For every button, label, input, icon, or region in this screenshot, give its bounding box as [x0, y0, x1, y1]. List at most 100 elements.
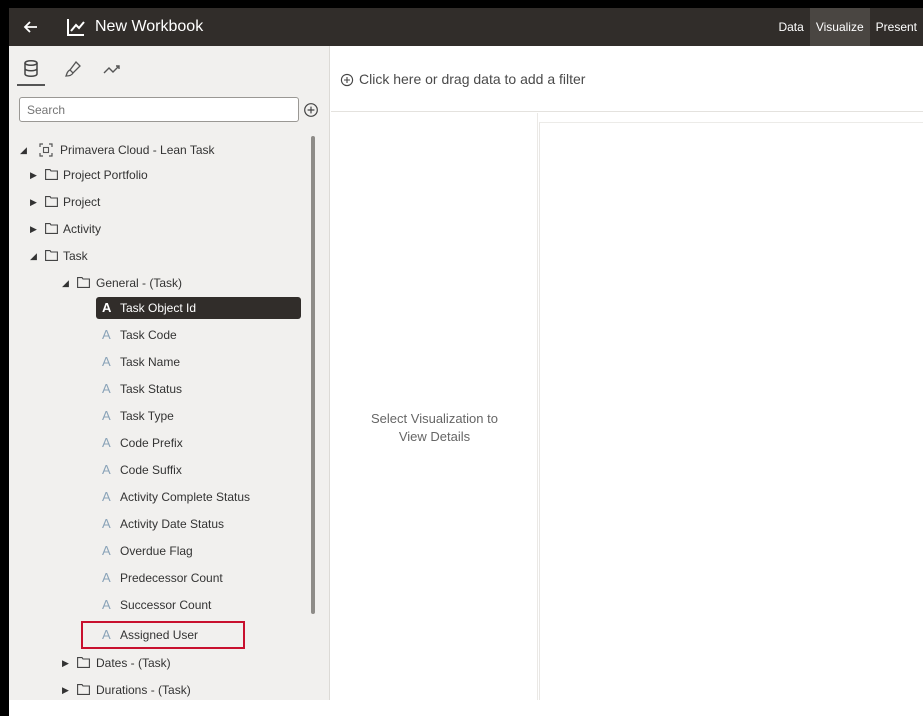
- mode-tabs: Data Visualize Present: [772, 8, 923, 46]
- attribute-icon: A: [102, 462, 111, 477]
- tree-item-label: Activity: [63, 222, 102, 236]
- folder-icon: [45, 223, 58, 234]
- tree-item-label: Activity Date Status: [120, 517, 225, 531]
- tree-item-label: Overdue Flag: [120, 544, 193, 558]
- analytics-icon: [103, 65, 120, 74]
- search-input[interactable]: [19, 97, 299, 122]
- tree-item-label: Successor Count: [120, 598, 212, 612]
- collapsed-triangle-icon: ▶: [30, 170, 37, 180]
- tree-scrollbar[interactable]: [311, 136, 315, 614]
- tree-attribute-activity-date-status[interactable]: A Activity Date Status: [96, 513, 301, 535]
- grammar-panel: Select Visualization to View Details: [331, 113, 538, 700]
- tree-item-label: Project Portfolio: [63, 168, 148, 182]
- filter-prompt: Click here or drag data to add a filter: [359, 71, 586, 87]
- collapsed-triangle-icon: ▶: [62, 685, 69, 695]
- folder-icon: [77, 684, 90, 695]
- title-bar: New Workbook Data Visualize Present: [9, 8, 923, 46]
- attribute-icon: A: [102, 489, 111, 504]
- attribute-icon: A: [102, 327, 111, 342]
- attribute-icon: A: [102, 597, 111, 612]
- tab-present[interactable]: Present: [870, 8, 923, 46]
- collapsed-triangle-icon: ▶: [30, 197, 37, 207]
- workbook-window: New Workbook Data Visualize Present Sear…: [0, 0, 923, 716]
- top-border: [0, 0, 923, 8]
- tree-attribute-task-object-id[interactable]: A Task Object Id: [96, 297, 301, 319]
- attribute-icon: A: [102, 435, 111, 450]
- tree-item-label: Project: [63, 195, 101, 209]
- tab-visualize[interactable]: Visualize: [809, 8, 870, 46]
- tree-item-label: Task Code: [120, 328, 177, 342]
- tree-item-label: Activity Complete Status: [120, 490, 251, 504]
- tree-item-subject-area[interactable]: ◢ Primavera Cloud - Lean Task: [17, 139, 307, 161]
- attribute-icon: A: [102, 381, 111, 396]
- tree-attribute-successor-count[interactable]: A Successor Count: [96, 594, 301, 616]
- tree-item-label: Task Name: [120, 355, 181, 369]
- back-button[interactable]: [21, 17, 41, 37]
- tree-attribute-overdue-flag[interactable]: A Overdue Flag: [96, 540, 301, 562]
- tree-attribute-code-suffix[interactable]: A Code Suffix: [96, 459, 301, 481]
- folder-icon: [45, 250, 58, 261]
- tab-data[interactable]: Data: [772, 8, 809, 46]
- tree-folder-general-task[interactable]: ◢ General - (Task): [17, 272, 307, 294]
- tree-item-label: Task: [63, 249, 88, 263]
- attribute-icon: A: [102, 543, 111, 558]
- tree-item-label: Primavera Cloud - Lean Task: [60, 143, 215, 157]
- collapsed-triangle-icon: ▶: [30, 224, 37, 234]
- tree-item-label: Code Prefix: [120, 436, 183, 450]
- tree-attribute-predecessor-count[interactable]: A Predecessor Count: [96, 567, 301, 589]
- collapsed-triangle-icon: ▶: [62, 658, 69, 668]
- tree-attribute-code-prefix[interactable]: A Code Prefix: [96, 432, 301, 454]
- tree-item-label: Task Status: [120, 382, 183, 396]
- folder-icon: [77, 657, 90, 668]
- attribute-icon: A: [102, 570, 111, 585]
- subject-area-icon: [39, 143, 53, 157]
- analytics-tab[interactable]: [101, 58, 123, 80]
- panel-tabs: [9, 46, 330, 90]
- add-filter-icon: [340, 73, 354, 87]
- tree-item-label: General - (Task): [96, 276, 183, 290]
- tree-item-label: Dates - (Task): [96, 656, 171, 670]
- tree-folder-dates-task[interactable]: ▶ Dates - (Task): [17, 652, 307, 674]
- attribute-icon: A: [102, 354, 111, 369]
- data-panel: ◢ Primavera Cloud - Lean Task ▶ Project …: [9, 46, 330, 700]
- tree-attribute-task-status[interactable]: A Task Status: [96, 378, 301, 400]
- highlight-box: [81, 621, 245, 649]
- tree-item-label: Task Type: [120, 409, 174, 423]
- workbook-title: New Workbook: [95, 18, 204, 35]
- grammar-message-line1: Select Visualization to: [371, 411, 498, 426]
- folder-icon: [45, 169, 58, 180]
- attribute-icon: A: [102, 408, 111, 423]
- add-circle-icon: [304, 103, 318, 117]
- workbook-icon: [65, 16, 87, 38]
- back-arrow-icon: [23, 21, 37, 33]
- folder-icon: [45, 196, 58, 207]
- tree-attribute-activity-complete-status[interactable]: A Activity Complete Status: [96, 486, 301, 508]
- filter-bar[interactable]: Click here or drag data to add a filter: [331, 46, 923, 112]
- tree-folder-project[interactable]: ▶ Project: [17, 191, 307, 213]
- database-icon: [24, 59, 38, 77]
- brush-icon: [64, 61, 81, 77]
- attribute-icon: A: [102, 300, 112, 315]
- grammar-placeholder-message: Select Visualization to View Details: [331, 410, 538, 446]
- tree-attribute-task-code[interactable]: A Task Code: [96, 324, 301, 346]
- bottom-strip: [9, 700, 923, 716]
- tree-attribute-task-type[interactable]: A Task Type: [96, 405, 301, 427]
- tree-item-label: Task Object Id: [120, 301, 197, 315]
- tree-item-label: Durations - (Task): [96, 683, 191, 697]
- tree-attribute-task-name[interactable]: A Task Name: [96, 351, 301, 373]
- add-data-button[interactable]: [303, 102, 319, 118]
- expanded-triangle-icon: ◢: [30, 251, 37, 261]
- tree-item-label: Code Suffix: [120, 463, 182, 477]
- folder-icon: [77, 277, 90, 288]
- tree-folder-task[interactable]: ◢ Task: [17, 245, 307, 267]
- properties-tab[interactable]: [62, 58, 84, 80]
- left-border: [0, 0, 9, 716]
- tree-folder-activity[interactable]: ▶ Activity: [17, 218, 307, 240]
- expanded-triangle-icon: ◢: [20, 145, 27, 155]
- visualization-canvas[interactable]: [539, 122, 923, 700]
- data-tab[interactable]: [17, 58, 45, 86]
- grammar-message-line2: View Details: [398, 429, 471, 444]
- tree-folder-project-portfolio[interactable]: ▶ Project Portfolio: [17, 164, 307, 186]
- attribute-icon: A: [102, 516, 111, 531]
- tree-folder-durations-task[interactable]: ▶ Durations - (Task): [17, 679, 307, 700]
